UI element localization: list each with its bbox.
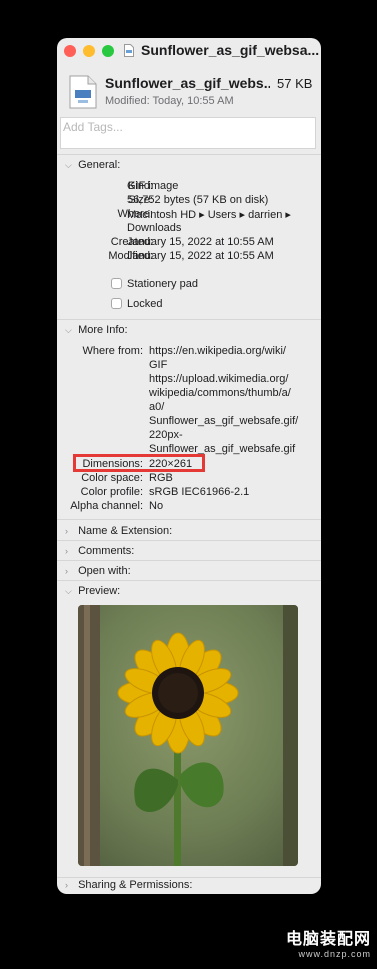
where-from-line: https://en.wikipedia.org/wiki/ xyxy=(149,345,286,357)
divider xyxy=(57,540,321,541)
alpha-channel-value: No xyxy=(149,500,164,512)
section-name-extension-toggle[interactable]: › Name & Extension: xyxy=(65,525,172,537)
minimize-button[interactable] xyxy=(83,45,95,57)
section-general-label: General: xyxy=(78,159,121,171)
divider xyxy=(57,154,321,155)
locked-checkbox[interactable]: Locked xyxy=(111,298,162,310)
file-name: Sunflower_as_gif_webs... xyxy=(105,75,270,91)
window-title: Sunflower_as_gif_websa... xyxy=(141,42,319,58)
file-icon xyxy=(124,44,134,57)
where-from-line: Sunflower_as_gif_websafe.gif/ xyxy=(149,415,299,427)
section-comments-label: Comments: xyxy=(78,545,135,557)
where-from-label: Where from: xyxy=(82,345,143,357)
sunflower-preview-image xyxy=(78,605,298,866)
where-from-line: wikipedia/commons/thumb/a/ xyxy=(149,387,291,399)
watermark-url: www.dnzp.com xyxy=(298,949,371,959)
color-space-value: RGB xyxy=(149,472,173,484)
tags-field[interactable] xyxy=(60,117,319,149)
watermark-title: 电脑装配网 xyxy=(285,931,371,948)
locked-label: Locked xyxy=(127,298,163,310)
section-comments-toggle[interactable]: › Comments: xyxy=(65,545,134,557)
zoom-button[interactable] xyxy=(102,45,114,57)
modified-value: January 15, 2022 at 10:55 AM xyxy=(127,250,274,262)
section-more-info-label: More Info: xyxy=(78,324,128,336)
section-sharing-permissions-label: Sharing & Permissions: xyxy=(78,879,193,891)
divider xyxy=(57,877,321,878)
size-value: 56,752 bytes (57 KB on disk) xyxy=(127,194,269,206)
chevron-right-icon: › xyxy=(65,566,68,576)
created-value: January 15, 2022 at 10:55 AM xyxy=(127,236,274,248)
where-value: Macintosh HD ▸ Users ▸ darrien ▸ xyxy=(127,209,291,221)
file-size: 57 KB xyxy=(277,76,313,91)
modified-summary: Modified: Today, 10:55 AM xyxy=(105,95,234,107)
color-space-label: Color space: xyxy=(81,472,143,484)
checkbox-box[interactable] xyxy=(111,298,122,309)
where-value-cont: Downloads xyxy=(127,222,182,234)
tags-input[interactable] xyxy=(61,119,319,135)
title-bar[interactable]: Sunflower_as_gif_websa... xyxy=(57,38,321,64)
chevron-down-icon: ⌵ xyxy=(65,586,72,596)
section-name-extension-label: Name & Extension: xyxy=(78,525,173,537)
where-from-line: 220px- xyxy=(149,429,183,441)
where-from-line: GIF xyxy=(149,359,168,371)
chevron-right-icon: › xyxy=(65,880,68,890)
divider xyxy=(57,519,321,520)
stationery-pad-checkbox[interactable]: Stationery pad xyxy=(111,278,198,290)
section-general-toggle[interactable]: ⌵ General: xyxy=(65,159,120,171)
section-open-with-toggle[interactable]: › Open with: xyxy=(65,565,131,577)
chevron-down-icon: ⌵ xyxy=(65,325,72,335)
section-more-info-toggle[interactable]: ⌵ More Info: xyxy=(65,324,128,336)
divider xyxy=(57,580,321,581)
close-button[interactable] xyxy=(64,45,76,57)
section-sharing-permissions-toggle[interactable]: › Sharing & Permissions: xyxy=(65,879,192,891)
chevron-right-icon: › xyxy=(65,546,68,556)
checkbox-box[interactable] xyxy=(111,278,122,289)
watermark: 电脑装配网 www.dnzp.com xyxy=(286,925,371,959)
section-preview-toggle[interactable]: ⌵ Preview: xyxy=(65,585,120,597)
divider xyxy=(57,560,321,561)
color-profile-value: sRGB IEC61966-2.1 xyxy=(149,486,250,498)
color-profile-label: Color profile: xyxy=(80,486,143,498)
where-from-line: https://upload.wikimedia.org/ xyxy=(149,373,289,385)
alpha-channel-label: Alpha channel: xyxy=(70,500,143,512)
chevron-right-icon: › xyxy=(65,526,68,536)
divider xyxy=(57,319,321,320)
dimensions-highlight-box xyxy=(73,454,205,472)
where-from-line: a0/ xyxy=(149,401,165,413)
section-preview-label: Preview: xyxy=(78,585,121,597)
gif-file-icon xyxy=(69,75,97,109)
chevron-down-icon: ⌵ xyxy=(65,160,72,170)
kind-value: GIF image xyxy=(127,180,179,192)
stationery-pad-label: Stationery pad xyxy=(127,278,198,290)
section-open-with-label: Open with: xyxy=(78,565,131,577)
